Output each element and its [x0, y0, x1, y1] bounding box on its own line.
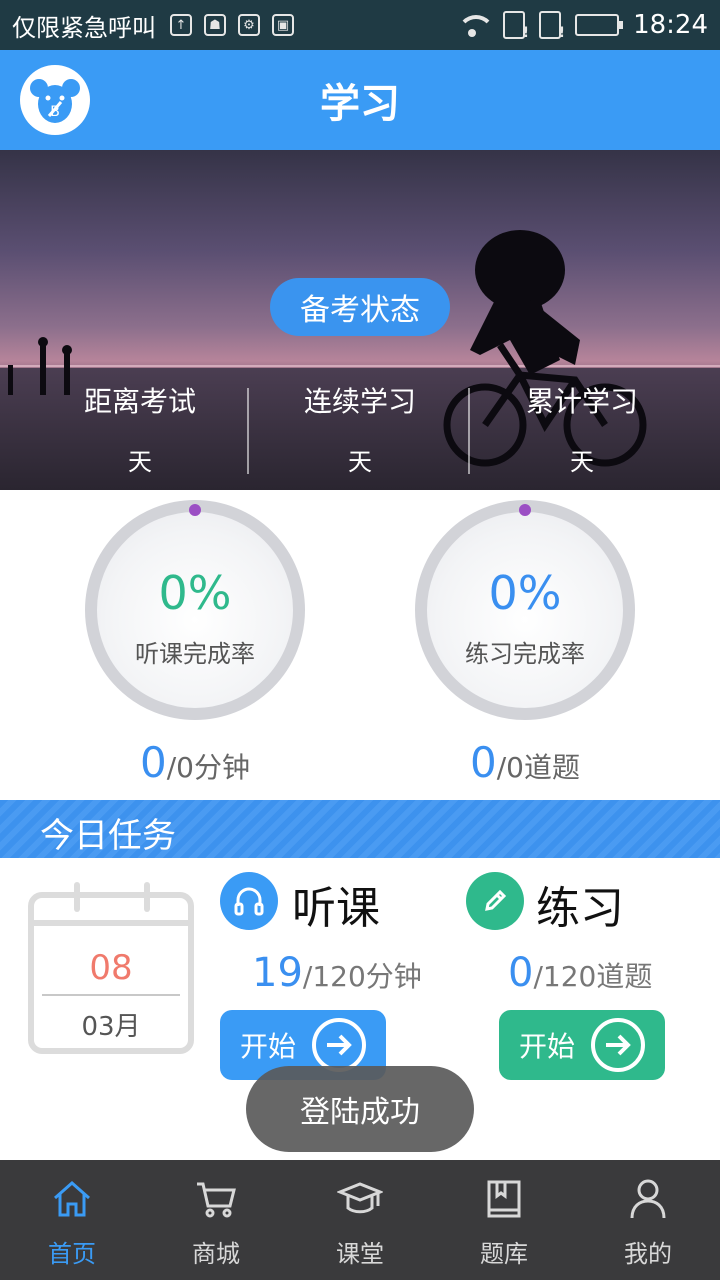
nav-label: 题库: [480, 1240, 528, 1268]
wifi-icon: [455, 13, 496, 37]
calendar-icon: 08 03月: [28, 882, 194, 1054]
calendar-pin: [144, 882, 150, 912]
practice-task-title: 练习: [536, 883, 624, 934]
practice-completion-percent: 0%: [488, 566, 562, 620]
listen-completion-percent: 0%: [158, 566, 232, 620]
home-icon: [54, 1180, 90, 1217]
calendar-pin: [74, 882, 80, 912]
listen-completion-ring: 0% 听课完成率: [85, 500, 305, 720]
arrow-right-icon: [591, 1018, 645, 1072]
nav-item-home[interactable]: 首页: [0, 1160, 144, 1280]
practice-task-total: /120道题: [533, 960, 653, 993]
user-icon: [630, 1179, 666, 1219]
upload-icon: ↑: [170, 14, 192, 36]
practice-completion-label: 练习完成率: [465, 640, 585, 668]
sim2-icon: [539, 11, 565, 41]
calendar-day: 08: [89, 948, 133, 988]
practice-questions-value: 0: [470, 738, 497, 787]
clock: 18:24: [633, 10, 708, 40]
listen-task-total: /120分钟: [302, 960, 422, 993]
practice-questions: 0/0道题: [405, 738, 645, 787]
stat-unit: 天: [128, 448, 152, 476]
sim1-icon: [503, 11, 529, 41]
stat-label: 连续学习: [303, 385, 416, 418]
cart-icon: [197, 1182, 236, 1218]
battery-icon: [575, 14, 624, 36]
days-until-exam: 距离考试 天: [20, 380, 260, 477]
nav-label: 课堂: [336, 1240, 384, 1268]
practice-questions-suffix: /0道题: [496, 751, 580, 784]
bottom-navigation: 首页 商城 课堂 题库 我的: [0, 1160, 720, 1280]
graduation-cap-icon: [337, 1182, 383, 1214]
svg-text:B: B: [50, 104, 60, 120]
stat-label: 累计学习: [525, 385, 638, 418]
pencil-icon: [466, 872, 524, 930]
consecutive-study-days: 连续学习 天: [240, 380, 480, 477]
stat-unit: 天: [570, 448, 594, 476]
notification-icons: ↑ ☗ ⚙ ▣: [170, 14, 294, 36]
exam-status-button[interactable]: 备考状态: [270, 278, 450, 336]
stat-label: 距离考试: [83, 385, 196, 418]
listen-minutes: 0/0分钟: [75, 738, 315, 787]
listen-completion-label: 听课完成率: [135, 640, 255, 668]
exam-status-banner: 备考状态 距离考试 天 连续学习 天 累计学习 天: [0, 150, 720, 490]
calendar-top: [34, 898, 188, 926]
start-practice-button[interactable]: 开始: [499, 1010, 665, 1080]
start-listen-label: 开始: [240, 1030, 297, 1063]
calendar-separator: [42, 994, 180, 996]
today-tasks-title: 今日任务: [40, 816, 176, 856]
app-header: B 学习: [0, 50, 720, 150]
calendar-month: 03月: [81, 1012, 141, 1042]
nav-item-question-bank[interactable]: 题库: [432, 1160, 576, 1280]
android-icon: ☗: [204, 14, 226, 36]
ring-progress-dot: [519, 504, 531, 516]
start-practice-label: 开始: [519, 1030, 576, 1063]
listen-task-done: 19: [252, 950, 303, 996]
settings-icon: ⚙: [238, 14, 260, 36]
carrier-text: 仅限紧急呼叫: [12, 13, 156, 42]
headphones-icon: [220, 872, 278, 930]
ring-progress-dot: [189, 504, 201, 516]
page-title: 学习: [320, 81, 400, 127]
practice-completion-ring: 0% 练习完成率: [415, 500, 635, 720]
listen-minutes-suffix: /0分钟: [166, 751, 250, 784]
nav-label: 我的: [624, 1240, 672, 1268]
today-tasks-header: 今日任务: [0, 800, 720, 858]
nav-label: 首页: [48, 1240, 96, 1268]
koala-logo-icon[interactable]: B: [20, 65, 90, 135]
arrow-right-icon: [312, 1018, 366, 1072]
nav-item-classroom[interactable]: 课堂: [288, 1160, 432, 1280]
total-study-days: 累计学习 天: [462, 380, 702, 477]
practice-task-done: 0: [508, 950, 534, 996]
listen-task-title: 听课: [292, 883, 380, 934]
stat-unit: 天: [348, 448, 372, 476]
nav-label: 商城: [192, 1240, 240, 1268]
practice-task-progress: 0/120道题: [508, 950, 652, 996]
nav-item-mall[interactable]: 商城: [144, 1160, 288, 1280]
login-success-toast: 登陆成功: [246, 1066, 474, 1152]
listen-minutes-value: 0: [140, 738, 167, 787]
book-icon: [487, 1180, 521, 1218]
image-icon: ▣: [272, 14, 294, 36]
status-bar: 仅限紧急呼叫 ↑ ☗ ⚙ ▣ 18:24: [0, 0, 720, 50]
nav-item-profile[interactable]: 我的: [576, 1160, 720, 1280]
listen-task-progress: 19/120分钟: [252, 950, 422, 996]
